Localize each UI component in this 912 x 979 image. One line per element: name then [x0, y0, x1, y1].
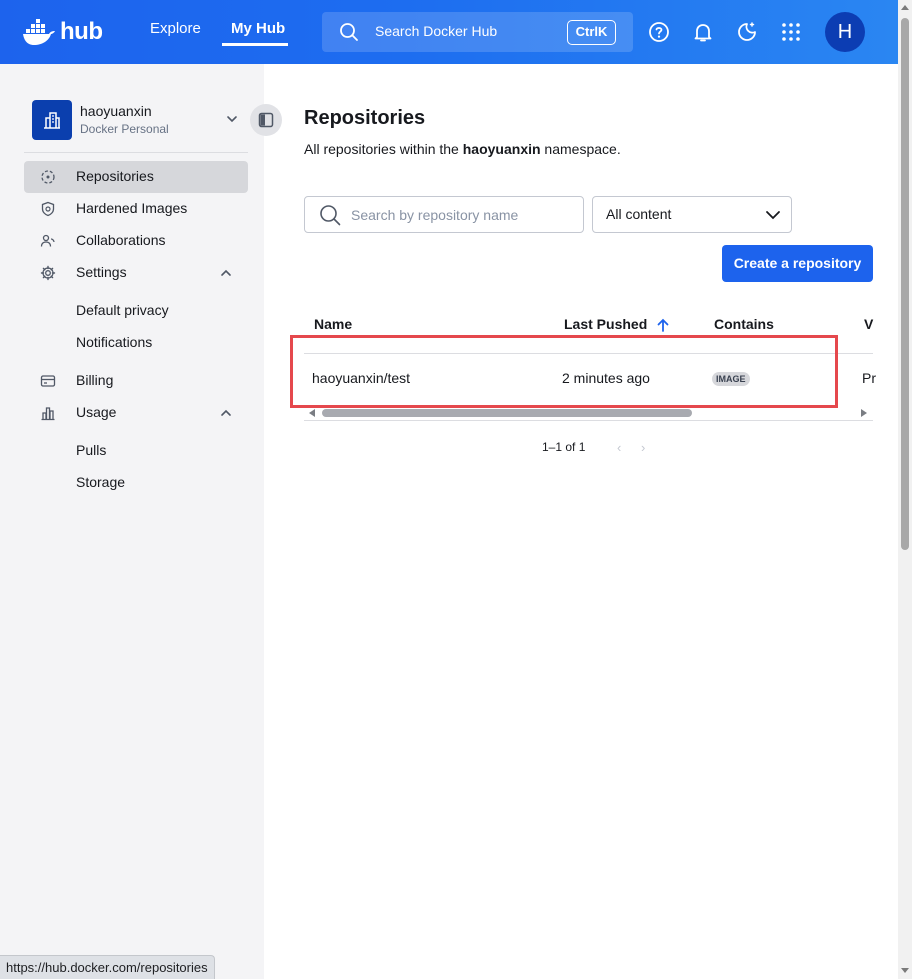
column-header-contains[interactable]: Contains [714, 316, 774, 332]
window-scrollbar-thumb[interactable] [901, 18, 909, 550]
sidebar-item-label: Collaborations [76, 232, 166, 248]
nav-active-indicator [222, 43, 288, 46]
logo-text: hub [60, 18, 103, 45]
bell-icon[interactable] [691, 20, 715, 44]
sidebar-item-collaborations[interactable]: Collaborations [24, 225, 248, 257]
people-icon [40, 234, 55, 247]
page-description: All repositories within the haoyuanxin n… [304, 141, 621, 157]
org-name: haoyuanxin [80, 103, 152, 119]
search-icon [320, 205, 341, 226]
column-header-last-pushed[interactable]: Last Pushed [564, 316, 647, 332]
building-icon [44, 112, 60, 129]
sidebar-item-label: Usage [76, 404, 117, 420]
sidebar-item-repositories[interactable]: Repositories [24, 161, 248, 193]
prev-page-icon[interactable]: ‹ [617, 440, 621, 455]
content-filter-select[interactable]: All content [592, 196, 792, 233]
sidebar-item-label: Billing [76, 372, 114, 388]
search-placeholder: Search by repository name [351, 207, 519, 223]
keyboard-shortcut-badge: CtrlK [567, 20, 616, 45]
sidebar-item-label: Settings [76, 264, 127, 280]
table-scrollbar-thumb[interactable] [322, 409, 692, 417]
shield-icon [41, 201, 55, 217]
nav-explore[interactable]: Explore [150, 20, 201, 37]
org-avatar [32, 100, 72, 140]
sidebar-item-usage[interactable]: Usage [24, 397, 248, 429]
next-page-icon[interactable]: › [641, 440, 645, 455]
docker-whale-icon [23, 19, 55, 45]
page-title: Repositories [304, 107, 426, 129]
sidebar-subitem-notifications[interactable]: Notifications [76, 334, 152, 350]
chevron-down-icon [227, 116, 237, 123]
docker-hub-logo[interactable]: hub [22, 16, 103, 48]
column-header-name[interactable]: Name [314, 316, 352, 332]
desc-namespace: haoyuanxin [462, 141, 541, 157]
chevron-up-icon [221, 269, 231, 276]
sidebar-panel-icon [258, 112, 274, 128]
desc-suffix: namespace. [540, 141, 621, 157]
scroll-up-arrow-icon[interactable] [901, 5, 909, 10]
create-repository-button[interactable]: Create a repository [722, 245, 873, 282]
bar-chart-icon [41, 407, 55, 421]
column-header-visibility[interactable]: V [864, 316, 873, 332]
chevron-up-icon [221, 409, 231, 416]
visibility-cell: Pr [862, 370, 876, 386]
top-navigation-bar: hub Explore My Hub Search Docker Hub Ctr… [0, 0, 898, 64]
search-placeholder: Search Docker Hub [375, 23, 498, 39]
sidebar: haoyuanxin Docker Personal Repositories … [0, 64, 264, 979]
global-search-input[interactable]: Search Docker Hub CtrlK [322, 12, 633, 52]
sort-ascending-icon[interactable] [655, 317, 671, 333]
scroll-down-arrow-icon[interactable] [901, 968, 909, 973]
user-avatar[interactable]: H [825, 12, 865, 52]
row-highlight-box [290, 335, 838, 408]
scroll-left-arrow-icon[interactable] [309, 409, 315, 417]
gear-icon [40, 265, 56, 281]
sidebar-item-label: Repositories [76, 168, 154, 184]
theme-toggle-icon[interactable] [735, 20, 759, 44]
chevron-down-icon [766, 211, 780, 220]
sidebar-item-settings[interactable]: Settings [24, 257, 248, 289]
pagination-label: 1–1 of 1 [542, 440, 586, 454]
sidebar-item-hardened-images[interactable]: Hardened Images [24, 193, 248, 225]
sidebar-subitem-default-privacy[interactable]: Default privacy [76, 302, 169, 318]
status-bar-url: https://hub.docker.com/repositories [0, 955, 215, 979]
content-filter-value: All content [606, 206, 672, 222]
sidebar-subitem-storage[interactable]: Storage [76, 474, 125, 490]
org-type: Docker Personal [80, 122, 169, 136]
help-icon[interactable] [647, 20, 671, 44]
apps-grid-icon[interactable] [779, 20, 803, 44]
repository-search-input[interactable]: Search by repository name [304, 196, 584, 233]
scroll-right-arrow-icon[interactable] [861, 409, 867, 417]
sidebar-divider [24, 152, 248, 153]
credit-card-icon [40, 375, 56, 387]
sidebar-item-label: Hardened Images [76, 200, 188, 216]
repositories-icon [41, 170, 55, 184]
desc-prefix: All repositories within the [304, 141, 463, 157]
sidebar-item-billing[interactable]: Billing [24, 365, 248, 397]
sidebar-subitem-pulls[interactable]: Pulls [76, 442, 106, 458]
nav-my-hub[interactable]: My Hub [231, 20, 285, 37]
search-icon [340, 23, 358, 41]
sidebar-collapse-button[interactable] [250, 104, 282, 136]
